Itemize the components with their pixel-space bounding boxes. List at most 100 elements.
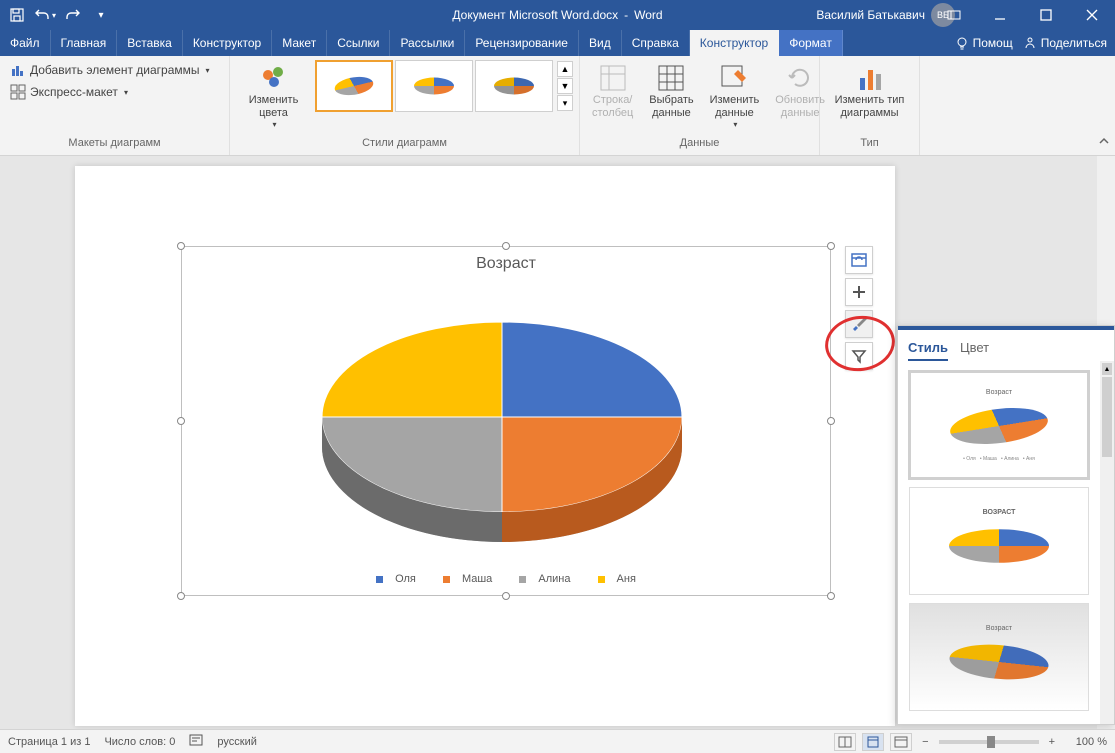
panel-tab-color[interactable]: Цвет (960, 336, 989, 361)
document-name: Документ Microsoft Word.docx (452, 8, 618, 22)
tab-file[interactable]: Файл (0, 30, 51, 56)
ribbon-tabs: Файл Главная Вставка Конструктор Макет С… (0, 30, 1115, 56)
style-option-1[interactable]: Возраст • Оля • Маша • Алина • Аня (909, 371, 1089, 479)
resize-handle-nw[interactable] (177, 242, 185, 250)
close-button[interactable] (1069, 0, 1115, 30)
panel-scrollbar[interactable]: ▲ (1100, 361, 1114, 724)
print-layout-button[interactable] (862, 733, 884, 751)
ribbon-display-icon (947, 8, 961, 22)
tab-designer[interactable]: Конструктор (183, 30, 272, 56)
chart-object[interactable]: Возраст (181, 246, 831, 596)
tab-layout[interactable]: Макет (272, 30, 327, 56)
ribbon-display-button[interactable] (931, 0, 977, 30)
chart-filters-button[interactable] (845, 342, 873, 370)
change-chart-type-button[interactable]: Изменить тип диаграммы (826, 60, 913, 122)
gallery-up-button[interactable]: ▲ (557, 61, 573, 77)
ribbon: Добавить элемент диаграммы▾ Экспресс-мак… (0, 56, 1115, 156)
zoom-slider[interactable] (939, 740, 1039, 744)
style-option-3[interactable]: Возраст (909, 603, 1089, 711)
document-title: Документ Microsoft Word.docx - Word (452, 8, 662, 22)
tell-me-button[interactable]: Помощ (955, 36, 1013, 50)
chart-style-2[interactable] (395, 60, 473, 112)
language-indicator[interactable]: русский (217, 736, 256, 748)
tab-insert[interactable]: Вставка (117, 30, 183, 56)
tab-home[interactable]: Главная (51, 30, 118, 56)
tab-references[interactable]: Ссылки (327, 30, 390, 56)
title-bar: ▾ ▾ Документ Microsoft Word.docx - Word … (0, 0, 1115, 30)
tab-chart-design[interactable]: Конструктор (690, 30, 779, 56)
lightbulb-icon (955, 36, 969, 50)
maximize-button[interactable] (1023, 0, 1069, 30)
chart-style-1[interactable] (315, 60, 393, 112)
minimize-button[interactable] (977, 0, 1023, 30)
web-layout-button[interactable] (890, 733, 912, 751)
resize-handle-n[interactable] (502, 242, 510, 250)
redo-button[interactable] (60, 2, 86, 28)
switch-row-col-button: Строка/ столбец (586, 60, 639, 122)
chart-elements-button[interactable] (845, 278, 873, 306)
page-indicator[interactable]: Страница 1 из 1 (8, 736, 90, 748)
select-data-button[interactable]: Выбрать данные (643, 60, 699, 122)
style-option-2[interactable]: ВОЗРАСТ (909, 487, 1089, 595)
read-mode-button[interactable] (834, 733, 856, 751)
quick-layout-button[interactable]: Экспресс-макет▾ (6, 82, 132, 102)
status-bar: Страница 1 из 1 Число слов: 0 русский − … (0, 729, 1115, 753)
undo-button[interactable]: ▾ (32, 2, 58, 28)
layout-options-icon (850, 251, 868, 269)
legend-item-2: Маша (462, 573, 492, 585)
proofing-button[interactable] (189, 733, 203, 750)
switch-icon (597, 62, 629, 94)
chart-styles-gallery: ▲ ▼ ▾ (315, 60, 573, 112)
filter-icon (851, 348, 867, 364)
zoom-out-button[interactable]: − (918, 736, 932, 748)
gallery-more-button[interactable]: ▾ (557, 95, 573, 111)
word-count[interactable]: Число слов: 0 (104, 736, 175, 748)
save-icon (9, 7, 25, 23)
tab-help[interactable]: Справка (622, 30, 690, 56)
chart-side-buttons (845, 246, 873, 370)
legend-item-3: Алина (538, 573, 570, 585)
tab-chart-format[interactable]: Формат (779, 30, 843, 56)
edit-data-button[interactable]: Изменить данные▾ (704, 60, 766, 132)
chart-styles-panel: Стиль Цвет Возраст • Оля • Маша • Алина … (897, 325, 1115, 725)
edit-data-icon (718, 62, 750, 94)
resize-handle-e[interactable] (827, 417, 835, 425)
share-button[interactable]: Поделиться (1023, 36, 1107, 50)
collapse-ribbon-button[interactable] (1097, 134, 1111, 151)
group-data: Данные (586, 135, 813, 151)
web-layout-icon (894, 736, 908, 748)
add-chart-element-button[interactable]: Добавить элемент диаграммы▾ (6, 60, 214, 80)
chart-styles-button[interactable] (845, 310, 873, 338)
tab-view[interactable]: Вид (579, 30, 622, 56)
colors-icon (258, 62, 290, 94)
zoom-in-button[interactable]: + (1045, 736, 1059, 748)
chart-legend[interactable]: Оля Маша Алина Аня (182, 573, 830, 585)
chart-style-3[interactable] (475, 60, 553, 112)
tab-review[interactable]: Рецензирование (465, 30, 579, 56)
resize-handle-se[interactable] (827, 592, 835, 600)
print-layout-icon (866, 736, 880, 748)
plus-icon (851, 284, 867, 300)
resize-handle-w[interactable] (177, 417, 185, 425)
gallery-down-button[interactable]: ▼ (557, 78, 573, 94)
resize-handle-s[interactable] (502, 592, 510, 600)
read-mode-icon (838, 736, 852, 748)
proofing-icon (189, 733, 203, 747)
change-colors-button[interactable]: Изменить цвета▾ (236, 60, 311, 132)
layout-options-button[interactable] (845, 246, 873, 274)
qat-customize-button[interactable]: ▾ (88, 2, 114, 28)
chart-title[interactable]: Возраст (182, 247, 830, 281)
save-button[interactable] (4, 2, 30, 28)
resize-handle-sw[interactable] (177, 592, 185, 600)
tab-mailings[interactable]: Рассылки (390, 30, 465, 56)
style-panel-list[interactable]: Возраст • Оля • Маша • Алина • Аня ВОЗРА… (898, 361, 1100, 724)
brush-icon (850, 315, 868, 333)
legend-item-1: Оля (395, 573, 416, 585)
document-page[interactable]: Возраст (75, 166, 895, 726)
resize-handle-ne[interactable] (827, 242, 835, 250)
zoom-level[interactable]: 100 % (1065, 736, 1107, 748)
panel-tab-style[interactable]: Стиль (908, 336, 948, 361)
group-chart-styles: Стили диаграмм (236, 135, 573, 151)
minimize-icon (994, 9, 1006, 21)
pie-chart[interactable] (292, 287, 712, 547)
